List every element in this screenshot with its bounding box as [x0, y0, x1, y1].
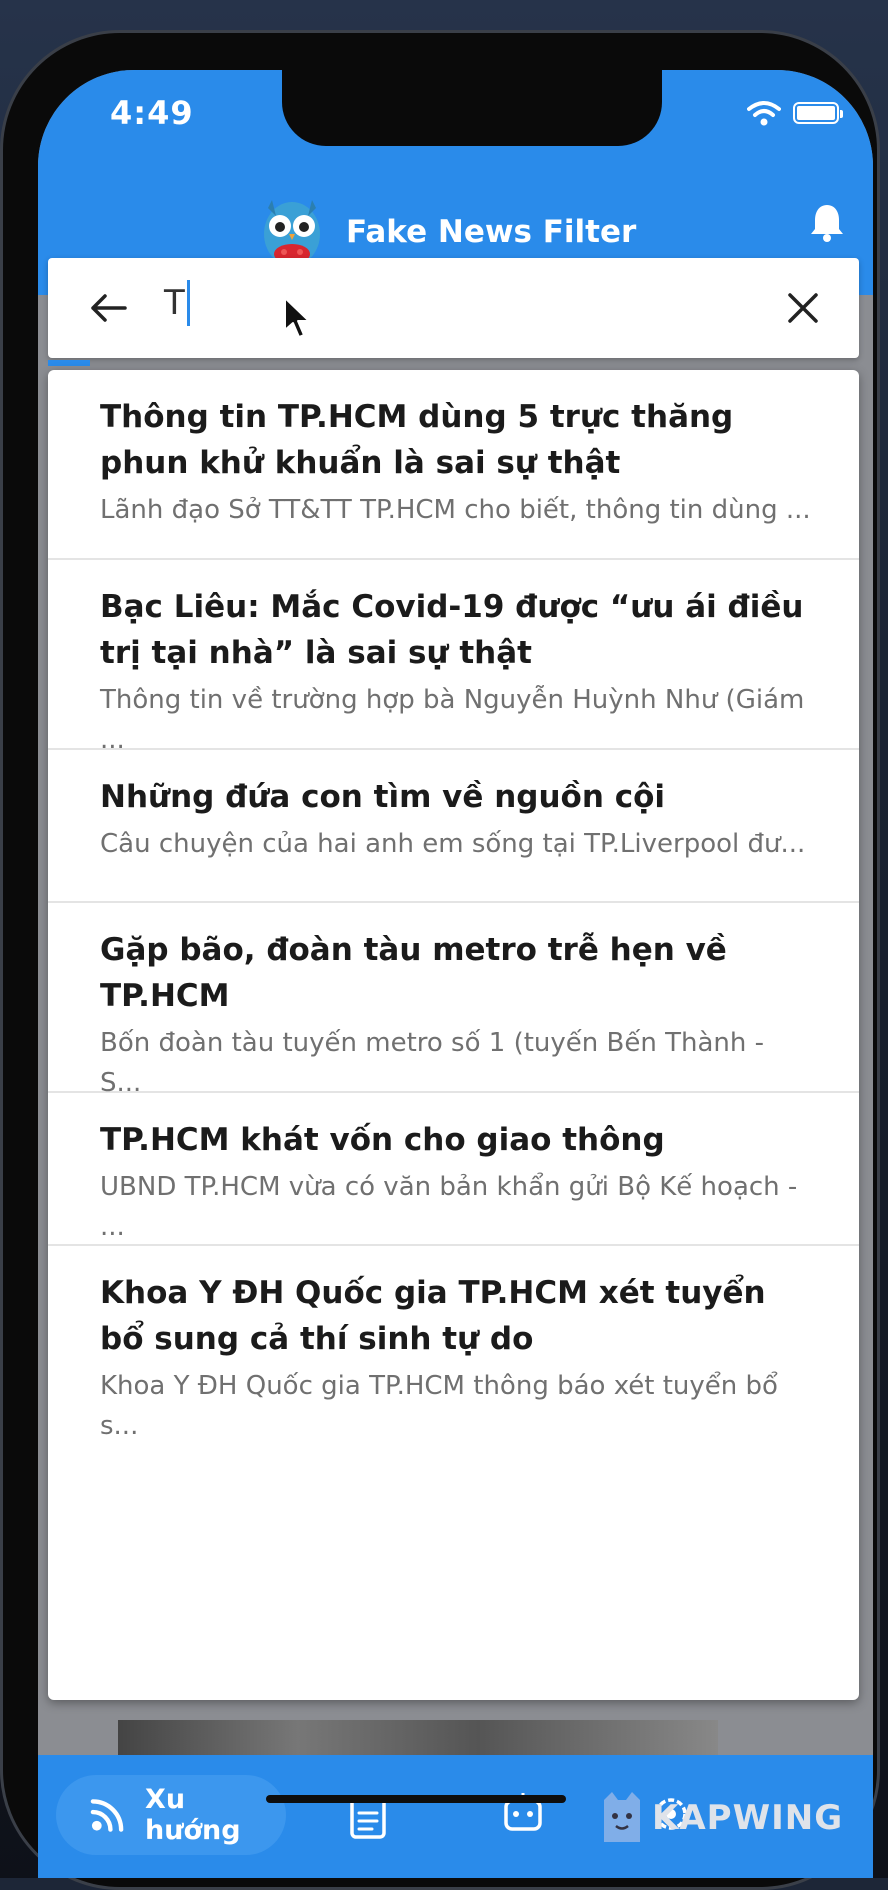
result-description: Câu chuyện của hai anh em sống tại TP.Li… [100, 829, 806, 859]
arrow-left-icon [91, 294, 127, 322]
app-screen: 4:49 Fake News Filter T Thông tin TP.HCM… [38, 70, 873, 1878]
kapwing-watermark: KAPWING [598, 1790, 843, 1846]
home-indicator [266, 1795, 566, 1803]
search-input[interactable]: T [164, 280, 190, 326]
search-results-list: Thông tin TP.HCM dùng 5 trực thăng phun … [48, 370, 859, 1700]
search-progress-bar [48, 360, 90, 366]
result-title: Thông tin TP.HCM dùng 5 trực thăng phun … [100, 399, 734, 481]
result-description: Thông tin về trường hợp bà Nguyễn Huỳnh … [100, 685, 805, 755]
tab-trending[interactable]: Xu hướng [56, 1775, 286, 1855]
clear-button[interactable] [781, 286, 825, 330]
result-item[interactable]: Khoa Y ĐH Quốc gia TP.HCM xét tuyển bổ s… [48, 1246, 859, 1441]
result-item[interactable]: Bạc Liêu: Mắc Covid-19 được “ưu ái điều … [48, 560, 859, 755]
status-icons [747, 100, 843, 126]
back-button[interactable] [86, 286, 130, 330]
result-item[interactable]: Thông tin TP.HCM dùng 5 trực thăng phun … [48, 370, 859, 560]
search-bar: T [48, 258, 859, 358]
result-item[interactable]: Những đứa con tìm về nguồn cội Câu chuyệ… [48, 750, 859, 903]
rss-icon [90, 1799, 124, 1832]
result-item[interactable]: TP.HCM khát vốn cho giao thông UBND TP.H… [48, 1093, 859, 1246]
close-icon [788, 293, 818, 323]
result-title: Gặp bão, đoàn tàu metro trễ hẹn về TP.HC… [100, 932, 727, 1014]
kapwing-logo-icon [604, 1792, 640, 1842]
notch [282, 70, 662, 146]
result-description: UBND TP.HCM vừa có văn bản khẩn gửi Bộ K… [100, 1172, 798, 1242]
result-item[interactable]: Gặp bão, đoàn tàu metro trễ hẹn về TP.HC… [48, 903, 859, 1098]
result-description: Bốn đoàn tàu tuyến metro số 1 (tuyến Bến… [100, 1028, 764, 1098]
result-description: Khoa Y ĐH Quốc gia TP.HCM thông báo xét … [100, 1371, 778, 1441]
result-title: TP.HCM khát vốn cho giao thông [100, 1122, 665, 1158]
battery-icon [793, 102, 843, 124]
result-title: Khoa Y ĐH Quốc gia TP.HCM xét tuyển bổ s… [100, 1275, 766, 1357]
notification-bell-icon[interactable] [809, 202, 845, 242]
app-title: Fake News Filter [346, 214, 637, 250]
mouse-cursor-icon [284, 297, 310, 338]
status-time: 4:49 [110, 94, 194, 132]
result-description: Lãnh đạo Sở TT&TT TP.HCM cho biết, thông… [100, 495, 811, 525]
background-photo [118, 1720, 718, 1760]
wifi-icon [747, 101, 781, 126]
watermark-text: KAPWING [652, 1798, 844, 1838]
result-title: Những đứa con tìm về nguồn cội [100, 779, 665, 815]
result-title: Bạc Liêu: Mắc Covid-19 được “ưu ái điều … [100, 589, 804, 671]
tab-trending-label: Xu hướng [145, 1784, 241, 1846]
